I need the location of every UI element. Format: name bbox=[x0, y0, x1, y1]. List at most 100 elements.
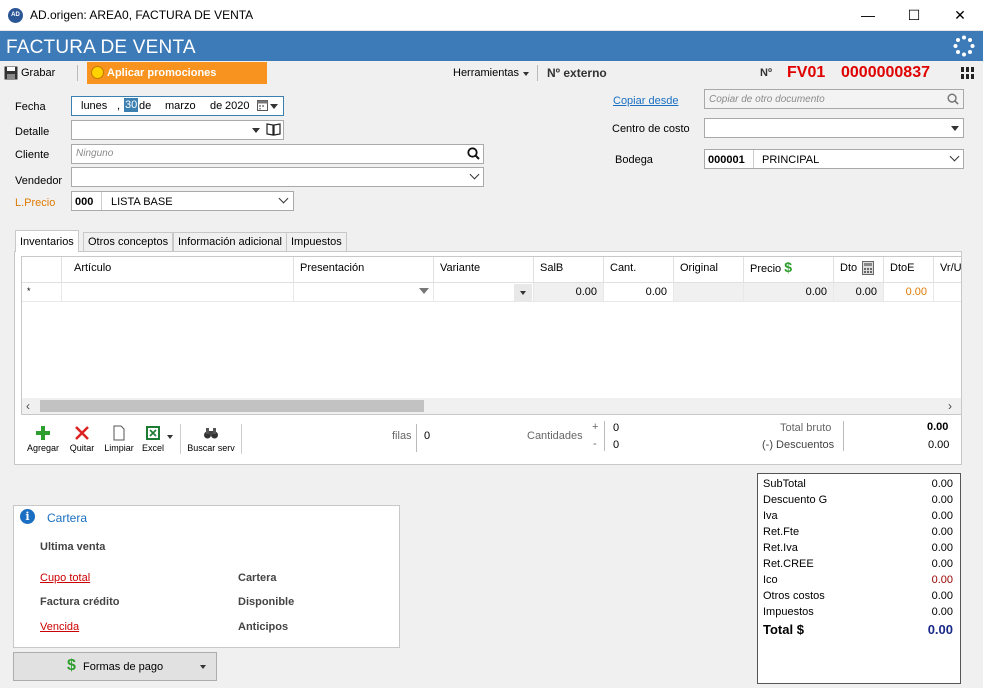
clear-button[interactable]: Limpiar bbox=[100, 425, 138, 453]
binoculars-icon bbox=[204, 428, 218, 439]
total-row-ret-cree: Ret.CREE 0.00 bbox=[763, 558, 953, 570]
cartera-label: Cartera bbox=[238, 572, 277, 584]
smiley-icon bbox=[91, 66, 104, 79]
vendedor-select[interactable] bbox=[71, 167, 484, 187]
col-articulo[interactable]: Artículo bbox=[62, 257, 294, 283]
field-divider bbox=[604, 421, 605, 451]
remove-row-label: Quitar bbox=[69, 443, 95, 453]
items-grid: Artículo Presentación Variante SalB Cant… bbox=[21, 256, 962, 415]
number-label: Nº bbox=[760, 67, 772, 79]
add-row-button[interactable]: Agregar bbox=[24, 425, 62, 453]
centro-dropdown-icon bbox=[951, 126, 959, 131]
toolbar-divider bbox=[77, 65, 78, 81]
scroll-right-icon[interactable]: › bbox=[948, 399, 952, 413]
col-variante[interactable]: Variante bbox=[434, 257, 534, 283]
calendar-icon[interactable] bbox=[257, 100, 268, 111]
plus-icon bbox=[36, 426, 50, 440]
disponible-label: Disponible bbox=[238, 596, 295, 608]
total-row-otros-costos: Otros costos 0.00 bbox=[763, 590, 953, 602]
cartera-title: Cartera bbox=[47, 511, 88, 525]
col-presentacion[interactable]: Presentación bbox=[294, 257, 434, 283]
col-articulo-label: Artículo bbox=[74, 262, 112, 274]
cell-vru[interactable] bbox=[934, 283, 961, 302]
copiar-desde-link[interactable]: Copiar desde bbox=[613, 95, 678, 107]
col-precio[interactable]: Precio $ bbox=[744, 257, 834, 283]
save-icon bbox=[4, 66, 18, 80]
total-row-ret-iva: Ret.Iva 0.00 bbox=[763, 542, 953, 554]
col-original[interactable]: Original bbox=[674, 257, 744, 283]
col-precio-label: Precio bbox=[750, 263, 782, 275]
search-icon[interactable] bbox=[467, 147, 480, 160]
centro-costo-label: Centro de costo bbox=[612, 123, 690, 135]
descuentos-value: 0.00 bbox=[928, 439, 950, 451]
centro-costo-select[interactable] bbox=[704, 118, 964, 138]
fecha-day[interactable]: 30 bbox=[124, 98, 139, 112]
cliente-field[interactable] bbox=[71, 144, 484, 164]
factura-credito-label: Factura crédito bbox=[40, 596, 120, 608]
fecha-dropdown-icon[interactable] bbox=[270, 104, 278, 109]
detalle-dropdown-icon[interactable] bbox=[252, 128, 260, 133]
tab-inventarios[interactable]: Inventarios bbox=[15, 230, 79, 252]
tab-informacion-adicional[interactable]: Información adicional bbox=[173, 232, 287, 251]
total-row-descuento-g: Descuento G 0.00 bbox=[763, 494, 953, 506]
col-dto-label: Dto bbox=[840, 262, 858, 274]
calculator-icon[interactable] bbox=[862, 261, 874, 275]
col-dto[interactable]: Dto bbox=[834, 257, 884, 283]
cell-presentacion[interactable] bbox=[294, 283, 434, 302]
payment-dropdown-icon bbox=[200, 665, 206, 669]
field-divider bbox=[843, 421, 844, 451]
clear-label: Limpiar bbox=[104, 443, 134, 453]
bodega-name: PRINCIPAL bbox=[762, 154, 820, 166]
col-dtoe[interactable]: DtoE bbox=[884, 257, 934, 283]
presentacion-dropdown-icon[interactable] bbox=[419, 288, 429, 294]
col-cant[interactable]: Cant. bbox=[604, 257, 674, 283]
window-title: AD.origen: AREA0, FACTURA DE VENTA bbox=[30, 8, 254, 22]
field-divider bbox=[101, 192, 102, 210]
cell-cant[interactable]: 0.00 bbox=[604, 283, 674, 302]
fecha-year[interactable]: 2020 bbox=[225, 100, 249, 112]
info-icon: i bbox=[20, 509, 35, 524]
tab-impuestos[interactable]: Impuestos bbox=[286, 232, 347, 251]
vencida-link[interactable]: Vencida bbox=[40, 621, 79, 633]
loading-spinner-icon bbox=[953, 35, 975, 57]
fecha-weekday: lunes bbox=[81, 100, 108, 112]
col-salb[interactable]: SalB bbox=[534, 257, 604, 283]
scroll-left-icon[interactable]: ‹ bbox=[26, 399, 30, 413]
col-vru[interactable]: Vr/U bbox=[934, 257, 961, 283]
lprecio-select[interactable] bbox=[71, 191, 294, 211]
cantidades-label: Cantidades bbox=[527, 430, 583, 442]
maximize-button[interactable]: ☐ bbox=[891, 0, 937, 31]
barcode-icon[interactable] bbox=[961, 67, 975, 79]
lprecio-name: LISTA BASE bbox=[111, 196, 173, 208]
fecha-separator: , bbox=[117, 100, 121, 112]
excel-button[interactable]: Excel bbox=[134, 425, 172, 453]
search-serial-button[interactable]: Buscar serv bbox=[184, 425, 238, 453]
cell-original[interactable] bbox=[674, 283, 744, 302]
cell-dtoe[interactable]: 0.00 bbox=[884, 283, 934, 302]
fecha-month[interactable]: marzo bbox=[165, 100, 196, 112]
copiar-search-icon[interactable] bbox=[947, 93, 959, 105]
minimize-button[interactable]: — bbox=[845, 0, 891, 31]
lprecio-code: 000 bbox=[75, 196, 94, 208]
external-number-label[interactable]: Nº externo bbox=[547, 66, 607, 80]
cell-salb[interactable]: 0.00 bbox=[534, 283, 604, 302]
excel-dropdown-icon[interactable] bbox=[167, 435, 173, 439]
save-button[interactable]: Grabar bbox=[21, 67, 55, 79]
new-row-marker: * bbox=[22, 283, 62, 302]
page-title: FACTURA DE VENTA bbox=[6, 37, 196, 58]
cupo-total-link[interactable]: Cupo total bbox=[40, 572, 90, 584]
close-button[interactable]: ✕ bbox=[937, 0, 983, 31]
vendedor-label: Vendedor bbox=[15, 175, 63, 187]
tools-menu[interactable]: Herramientas bbox=[453, 67, 519, 79]
remove-row-button[interactable]: Quitar bbox=[63, 425, 101, 453]
cell-precio[interactable]: 0.00 bbox=[744, 283, 834, 302]
excel-icon bbox=[146, 426, 160, 440]
tab-otros-conceptos[interactable]: Otros conceptos bbox=[83, 232, 174, 251]
cell-dto[interactable]: 0.00 bbox=[834, 283, 884, 302]
book-icon[interactable] bbox=[266, 123, 281, 136]
scrollbar-thumb[interactable] bbox=[40, 400, 424, 412]
total-bruto-value: 0.00 bbox=[927, 421, 949, 433]
x-icon bbox=[75, 426, 89, 440]
apply-promotions-button[interactable]: Aplicar promociones bbox=[87, 62, 267, 84]
cell-articulo[interactable] bbox=[62, 283, 294, 302]
